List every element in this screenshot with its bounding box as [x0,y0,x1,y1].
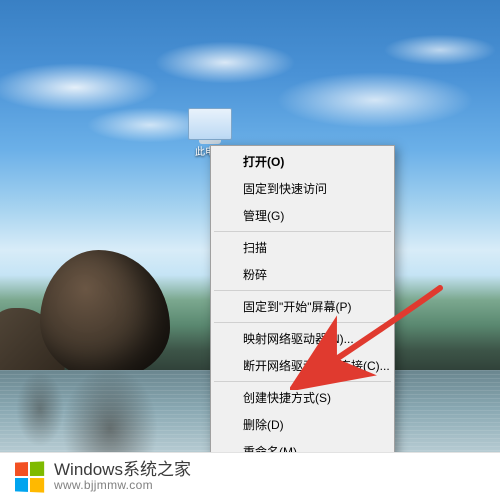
menu-separator [214,290,391,291]
watermark-url: www.bjjmmw.com [54,479,191,493]
shield-icon [221,268,235,282]
watermark-title: Windows系统之家 [54,460,191,480]
computer-icon [188,108,232,140]
menu-label: 打开(O) [243,155,284,169]
menu-disconnect-network-drive[interactable]: 断开网络驱动器的连接(C)... [213,352,392,379]
menu-shred[interactable]: 粉碎 [213,261,392,288]
menu-create-shortcut[interactable]: 创建快捷方式(S) [213,384,392,411]
menu-label: 固定到"开始"屏幕(P) [243,300,352,314]
menu-scan[interactable]: 扫描 [213,234,392,261]
menu-label: 断开网络驱动器的连接(C)... [243,359,390,373]
menu-manage[interactable]: 管理(G) [213,202,392,229]
menu-label: 粉碎 [243,268,267,282]
menu-pin-quick-access[interactable]: 固定到快速访问 [213,175,392,202]
menu-pin-start[interactable]: 固定到"开始"屏幕(P) [213,293,392,320]
menu-label: 扫描 [243,241,267,255]
watermark-bar: Windows系统之家 www.bjjmmw.com [0,452,500,500]
context-menu: 打开(O) 固定到快速访问 管理(G) 扫描 粉碎 固定到"开始"屏幕(P) 映… [210,145,395,500]
menu-separator [214,231,391,232]
windows-logo-icon [15,461,44,492]
menu-label: 删除(D) [243,418,284,432]
wallpaper-rock [40,250,170,380]
menu-label: 创建快捷方式(S) [243,391,331,405]
menu-label: 固定到快速访问 [243,182,327,196]
menu-separator [214,381,391,382]
menu-delete[interactable]: 删除(D) [213,411,392,438]
menu-open[interactable]: 打开(O) [213,148,392,175]
menu-label: 管理(G) [243,209,284,223]
shield-icon [221,241,235,255]
menu-map-network-drive[interactable]: 映射网络驱动器(N)... [213,325,392,352]
menu-label: 映射网络驱动器(N)... [243,332,354,346]
menu-separator [214,322,391,323]
